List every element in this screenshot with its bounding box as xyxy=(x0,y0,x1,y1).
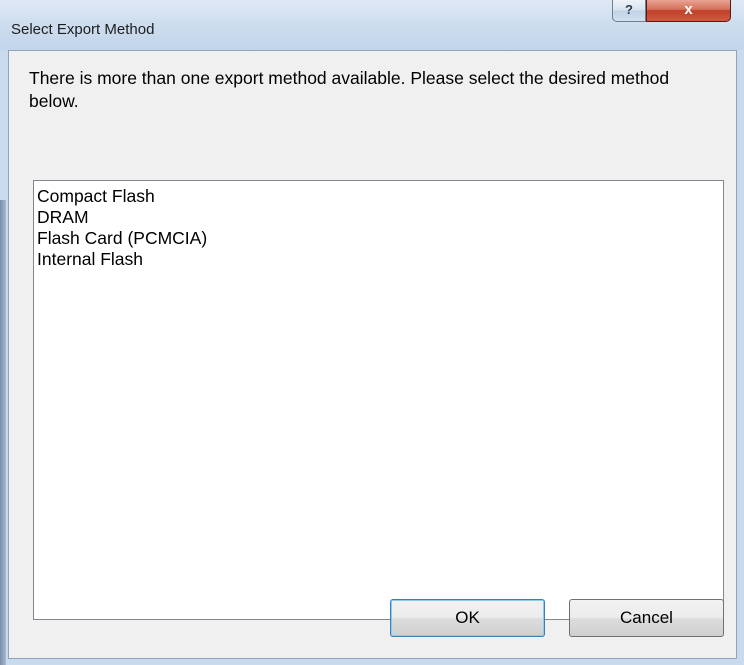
list-item[interactable]: Internal Flash xyxy=(36,249,723,270)
list-item[interactable]: DRAM xyxy=(36,207,723,228)
cancel-button[interactable]: Cancel xyxy=(569,599,724,637)
background-window-edge xyxy=(0,200,6,665)
close-icon: x xyxy=(684,1,693,18)
export-method-list[interactable]: Compact Flash DRAM Flash Card (PCMCIA) I… xyxy=(33,180,724,620)
export-method-dialog: Select Export Method ? x There is more t… xyxy=(0,0,744,665)
window-title: Select Export Method xyxy=(11,21,155,38)
help-button[interactable]: ? xyxy=(612,0,646,22)
dialog-body: There is more than one export method ava… xyxy=(8,50,737,659)
close-button[interactable]: x xyxy=(646,0,731,22)
instruction-text: There is more than one export method ava… xyxy=(29,68,670,111)
ok-button[interactable]: OK xyxy=(390,599,545,637)
title-bar[interactable]: Select Export Method ? x xyxy=(0,0,744,50)
list-item[interactable]: Flash Card (PCMCIA) xyxy=(36,228,723,249)
help-icon: ? xyxy=(625,2,633,17)
list-item[interactable]: Compact Flash xyxy=(36,186,723,207)
